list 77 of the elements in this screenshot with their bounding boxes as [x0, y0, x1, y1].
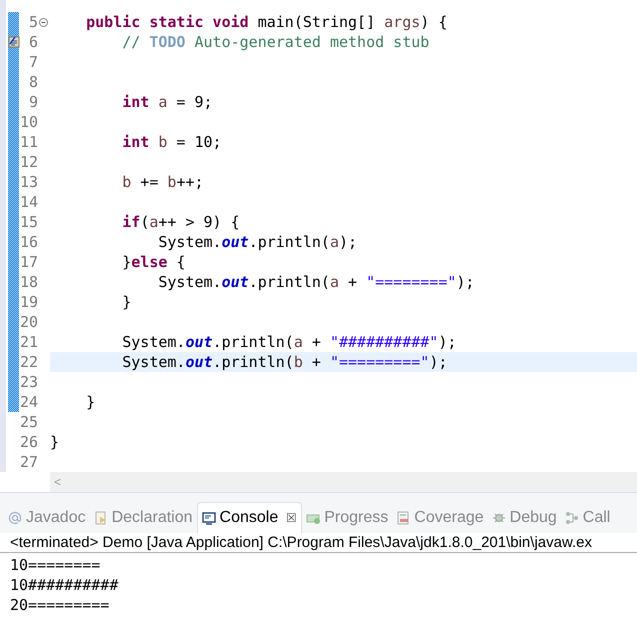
- change-bar: [8, 152, 19, 172]
- view-tab[interactable]: Call: [560, 502, 614, 533]
- scroll-left-arrow[interactable]: <: [54, 476, 62, 488]
- change-bar: [8, 272, 19, 292]
- line-number: 21: [20, 332, 38, 353]
- change-bar: [8, 212, 19, 232]
- code-line: System.out.println(a + "##########");: [121, 333, 456, 351]
- code-line: }: [85, 393, 96, 411]
- coverage-icon: [396, 510, 410, 524]
- change-bar: [8, 232, 19, 252]
- hierarchy-icon: [564, 510, 579, 524]
- code-line: int b = 10;: [121, 133, 222, 151]
- change-bar: [8, 192, 19, 212]
- code-line: }: [121, 293, 132, 311]
- monitor-icon: [202, 511, 216, 525]
- task-icon[interactable]: [8, 35, 20, 48]
- console-output-line: 10##########: [10, 575, 118, 595]
- line-number: 20: [20, 312, 38, 333]
- code-line: }else {: [121, 253, 186, 271]
- line-number: 5: [28, 12, 38, 33]
- change-bar: [8, 72, 19, 92]
- code-line: // TODO Auto-generated method stub: [121, 33, 430, 51]
- line-number: 15: [20, 212, 38, 233]
- line-number: 10: [20, 112, 38, 133]
- change-bar: [8, 292, 19, 312]
- line-number: 12: [20, 152, 38, 173]
- change-bar: [8, 392, 19, 412]
- change-bar: [8, 92, 19, 112]
- line-number: 26: [20, 432, 38, 453]
- at-sign-icon: [8, 510, 22, 524]
- line-number: 25: [20, 412, 38, 433]
- line-number: 6: [28, 32, 38, 53]
- code-line: }: [50, 433, 60, 451]
- line-number: 24: [20, 392, 38, 413]
- console-output-line: 20=========: [10, 595, 110, 615]
- change-bar: [8, 172, 19, 192]
- bug-icon: [492, 510, 506, 524]
- code-line: System.out.println(a + "========");: [157, 273, 474, 291]
- code-line: b += b++;: [121, 173, 204, 191]
- close-icon[interactable]: ☒: [286, 509, 298, 527]
- line-number: 19: [20, 292, 38, 313]
- line-number: 13: [20, 172, 38, 193]
- view-tab[interactable]: Coverage: [392, 502, 488, 533]
- change-bar: [8, 372, 19, 392]
- view-tab[interactable]: Progress: [302, 502, 392, 533]
- change-bar: [8, 252, 19, 272]
- view-tab[interactable]: Javadoc: [4, 502, 90, 533]
- console-output-line: 10========: [10, 555, 100, 575]
- change-bar: [8, 112, 19, 132]
- line-number: 7: [28, 52, 38, 73]
- line-number: 14: [20, 192, 38, 213]
- fold-icon[interactable]: [39, 18, 48, 26]
- line-number: 8: [28, 72, 38, 93]
- change-bar: [8, 132, 19, 152]
- line-number: 22: [20, 352, 38, 373]
- line-number: 23: [20, 372, 38, 393]
- code-line: if(a++ > 9) {: [121, 213, 240, 231]
- console-header: <terminated> Demo [Java Application] C:\Program Files\Java\jdk1.8.0_201\bin\javaw.ex: [0, 533, 637, 553]
- line-number: 18: [20, 272, 38, 293]
- view-tab[interactable]: Console ☒: [196, 502, 302, 533]
- line-number: 16: [20, 232, 38, 253]
- view-tab[interactable]: Declaration: [90, 502, 197, 533]
- change-bar: [8, 12, 19, 32]
- code-line: int a = 9;: [121, 93, 213, 111]
- line-number: 11: [20, 132, 38, 153]
- view-tab[interactable]: Debug: [488, 502, 561, 533]
- change-bar: [8, 52, 19, 72]
- line-number: 27: [20, 452, 38, 472]
- code-line: System.out.println(a);: [157, 233, 358, 251]
- document-icon: [94, 510, 108, 524]
- change-bar: [8, 332, 19, 352]
- code-line: public static void main(String[] args) {: [85, 13, 448, 31]
- line-number: 17: [20, 252, 38, 273]
- code-line: System.out.println(b + "=========");: [121, 353, 448, 371]
- change-bar: [8, 312, 19, 332]
- line-number: 9: [28, 92, 38, 113]
- change-bar: [8, 352, 19, 372]
